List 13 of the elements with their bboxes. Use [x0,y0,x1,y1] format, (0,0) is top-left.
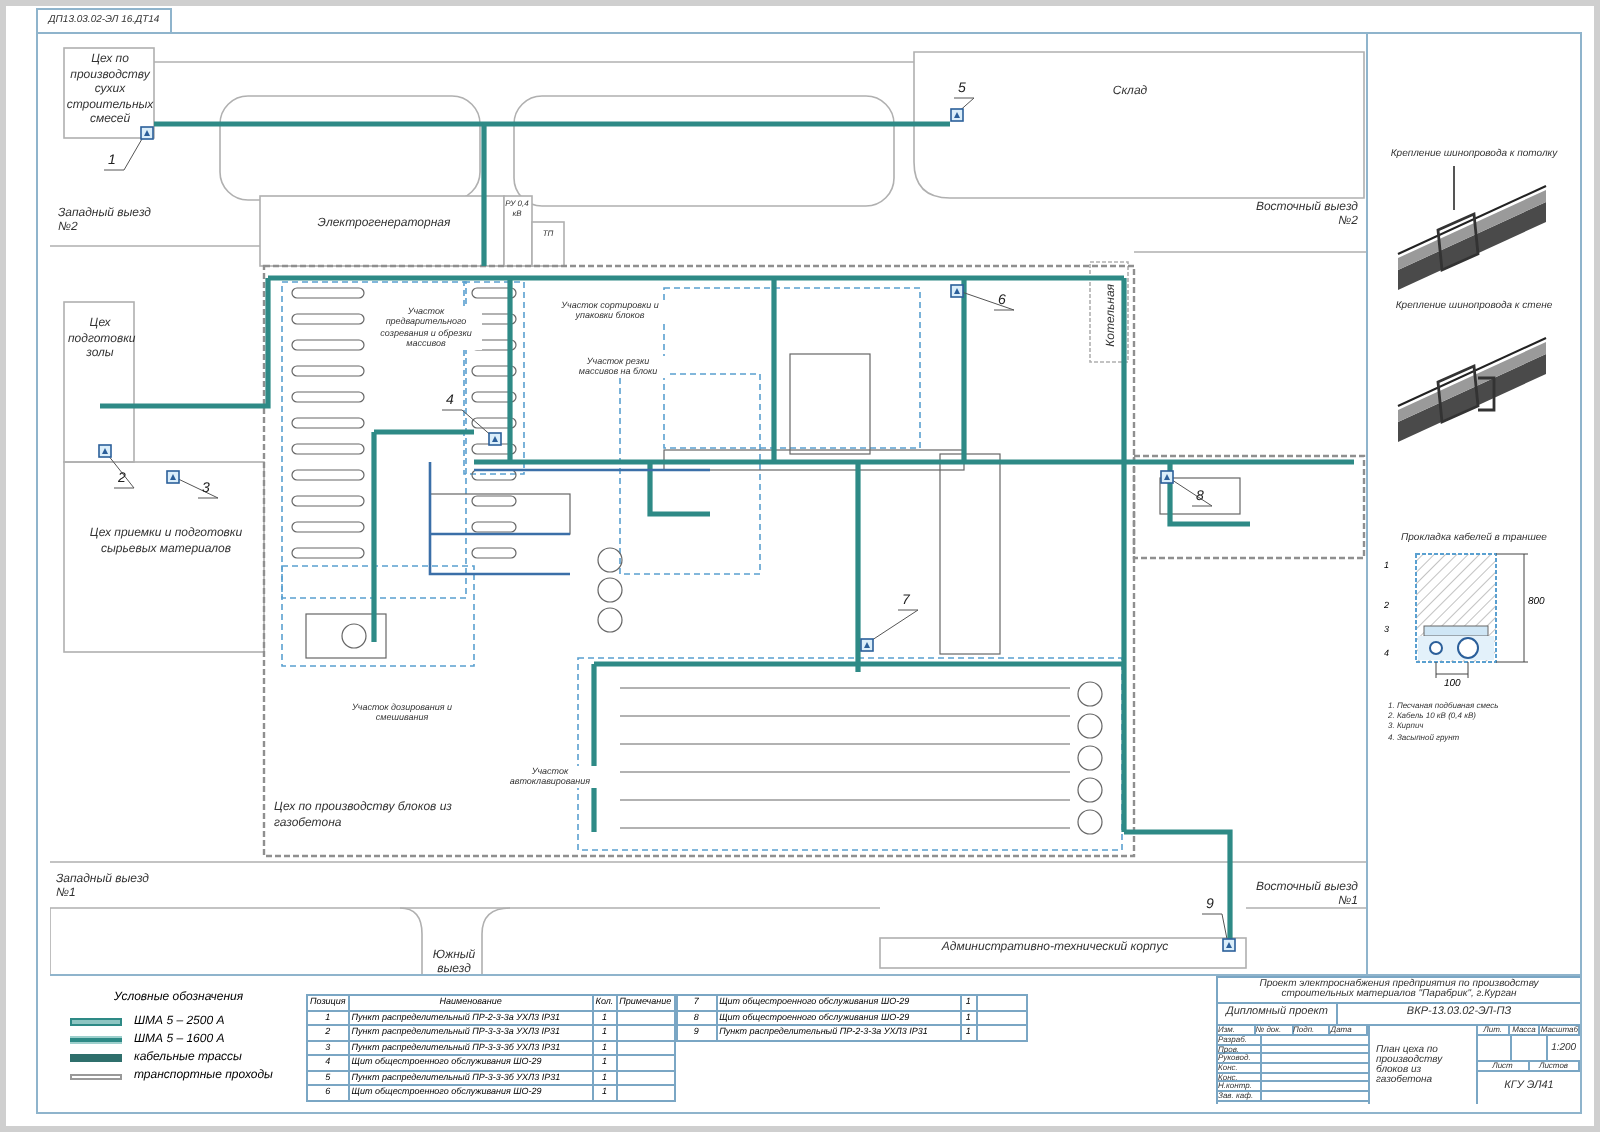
legend-swatch [70,1036,122,1044]
distribution-panel-icon [950,108,964,122]
distribution-panel-icon [98,444,112,458]
legend-swatch [70,1054,122,1062]
legend-swatch [70,1018,122,1026]
distribution-panel-icon [140,126,154,140]
legend-swatch [70,1073,122,1079]
distribution-panel-icon [488,432,502,446]
distribution-panel-icon [1160,470,1174,484]
distribution-panel-icon [950,284,964,298]
distribution-panel-icon [1222,938,1236,952]
distribution-panel-icon [860,638,874,652]
distribution-panel-icon [166,470,180,484]
